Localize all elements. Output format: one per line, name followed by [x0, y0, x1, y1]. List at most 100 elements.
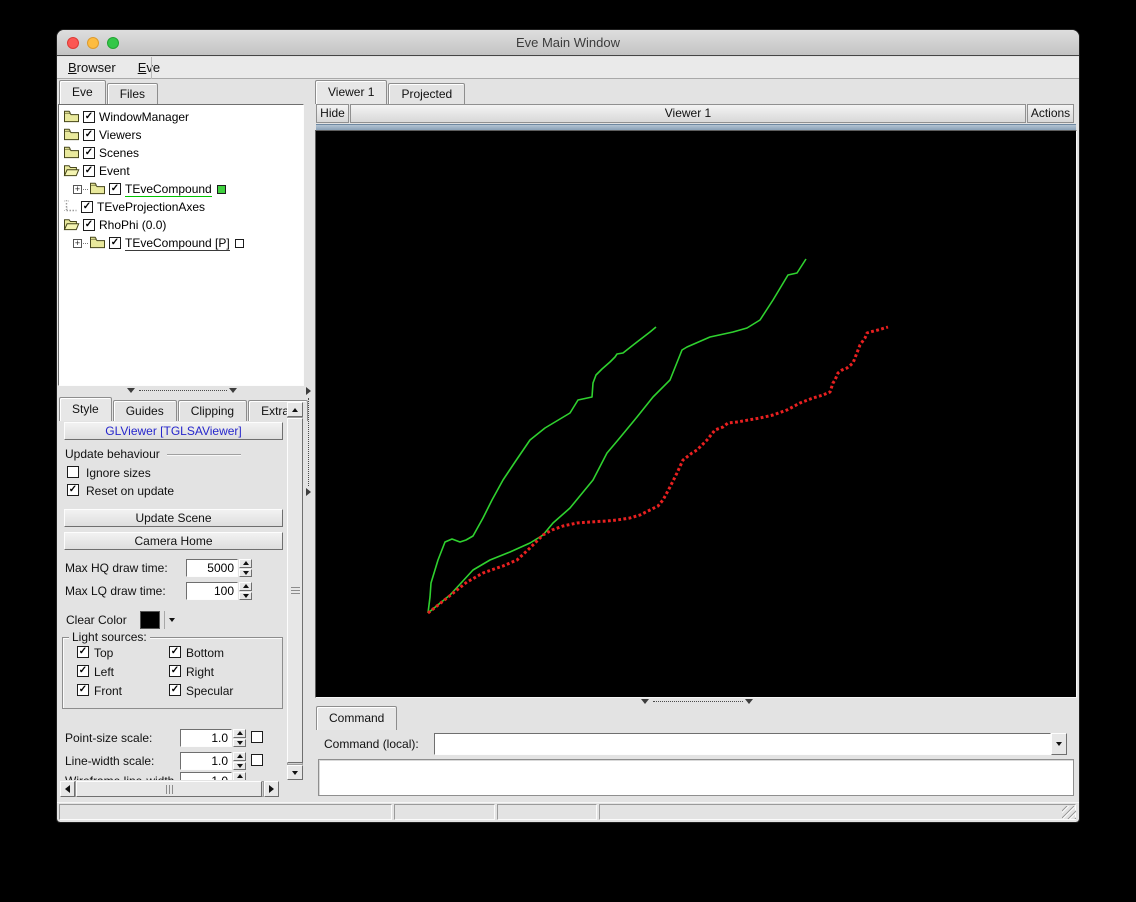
- camera-home-button[interactable]: Camera Home: [64, 532, 283, 550]
- tree-checkbox[interactable]: ✓: [83, 165, 95, 177]
- light-bottom-label: Bottom: [186, 646, 225, 660]
- command-input[interactable]: [434, 733, 1051, 755]
- tree-checkbox[interactable]: ✓: [83, 111, 95, 123]
- spin-down-icon[interactable]: [233, 738, 246, 747]
- line-width-input[interactable]: 1.0: [180, 752, 232, 770]
- point-size-input[interactable]: 1.0: [180, 729, 232, 747]
- max-hq-stepper[interactable]: [239, 559, 252, 577]
- expander-plus-icon[interactable]: +: [73, 184, 82, 194]
- zoom-button[interactable]: [107, 37, 119, 49]
- line-width-label: Line-width scale:: [65, 754, 155, 768]
- light-top-checkbox[interactable]: ✓: [77, 646, 89, 658]
- spin-down-icon[interactable]: [233, 761, 246, 770]
- tree-item-viewers[interactable]: ✓ Viewers: [59, 126, 303, 144]
- command-dropdown-button[interactable]: [1051, 733, 1067, 755]
- reset-on-update-checkbox[interactable]: ✓: [67, 484, 79, 496]
- vertical-scrollbar-thumb[interactable]: [287, 418, 303, 763]
- tab-eve[interactable]: Eve: [59, 80, 106, 104]
- rendered-state-icon[interactable]: [216, 184, 226, 194]
- expander-plus-icon[interactable]: +: [73, 238, 82, 248]
- tree-item-teveprojectionaxes[interactable]: ✓ TEveProjectionAxes: [59, 198, 303, 216]
- tree-checkbox[interactable]: ✓: [83, 219, 95, 231]
- point-size-checkbox[interactable]: [251, 731, 263, 743]
- light-front-checkbox[interactable]: ✓: [77, 684, 89, 696]
- glviewer-button[interactable]: GLViewer [TGLSAViewer]: [64, 422, 283, 440]
- title-bar[interactable]: Eve Main Window: [57, 30, 1079, 56]
- max-lq-input[interactable]: 100: [186, 582, 238, 600]
- vsplitter-handle[interactable]: [308, 398, 309, 486]
- gl-canvas[interactable]: [315, 130, 1077, 698]
- clear-color-label: Clear Color: [66, 613, 127, 627]
- vsplitter-arrow-icon[interactable]: [306, 488, 311, 496]
- spin-down-icon[interactable]: [239, 591, 252, 600]
- light-left-checkbox[interactable]: ✓: [77, 665, 89, 677]
- reset-on-update-label: Reset on update: [86, 484, 175, 498]
- spin-up-icon[interactable]: [233, 752, 246, 761]
- tree-checkbox[interactable]: ✓: [83, 129, 95, 141]
- scroll-right-button[interactable]: [264, 781, 279, 797]
- line-width-stepper[interactable]: [233, 752, 246, 770]
- tree-item-scenes[interactable]: ✓ Scenes: [59, 144, 303, 162]
- scroll-down-button[interactable]: [287, 765, 303, 780]
- tree-checkbox[interactable]: ✓: [109, 237, 121, 249]
- minimize-button[interactable]: [87, 37, 99, 49]
- tab-clipping[interactable]: Clipping: [177, 400, 248, 421]
- light-bottom-checkbox[interactable]: ✓: [169, 646, 181, 658]
- status-segment-1: [59, 804, 392, 820]
- tree-checkbox[interactable]: ✓: [109, 183, 121, 195]
- tree-item-rhophi-0-0[interactable]: ✓ RhoPhi (0.0): [59, 216, 303, 234]
- tab-projected[interactable]: Projected: [388, 83, 466, 104]
- tree-item-windowmanager[interactable]: ✓ WindowManager: [59, 108, 303, 126]
- close-button[interactable]: [67, 37, 79, 49]
- max-hq-input[interactable]: 5000: [186, 559, 238, 577]
- tab-viewer-1[interactable]: Viewer 1: [315, 80, 388, 104]
- resize-grip[interactable]: [1062, 806, 1076, 819]
- eve-main-window: Eve Main Window Browser Eve Eve Files ✓ Wi…: [56, 29, 1080, 823]
- viewer-title-bar[interactable]: Viewer 1: [350, 104, 1026, 123]
- bsplitter-handle[interactable]: [653, 701, 743, 702]
- update-scene-button[interactable]: Update Scene: [64, 509, 283, 527]
- color-dropdown-icon[interactable]: [169, 618, 175, 622]
- spin-up-icon[interactable]: [239, 559, 252, 568]
- rendered-state-icon[interactable]: [234, 238, 244, 248]
- spin-up-icon[interactable]: [239, 582, 252, 591]
- status-segment-2: [394, 804, 495, 820]
- splitter-arrow-icon[interactable]: [127, 388, 135, 393]
- tab-files[interactable]: Files: [106, 83, 159, 104]
- ignore-sizes-checkbox[interactable]: [67, 466, 79, 478]
- tab-command[interactable]: Command: [316, 706, 398, 730]
- menu-browser[interactable]: Browser: [57, 57, 127, 78]
- max-lq-stepper[interactable]: [239, 582, 252, 600]
- clear-color-swatch[interactable]: [140, 611, 160, 629]
- tree-item-label: Viewers: [99, 128, 142, 142]
- splitter-handle[interactable]: [139, 390, 227, 391]
- menu-eve[interactable]: Eve: [127, 57, 171, 78]
- green-track-left: [427, 326, 657, 614]
- spin-down-icon[interactable]: [239, 568, 252, 577]
- tree-item-label: TEveProjectionAxes: [97, 200, 206, 214]
- tree-item-label: Scenes: [99, 146, 140, 160]
- tree-item-tevecompound-p[interactable]: + ✓ TEveCompound [P]: [59, 234, 303, 252]
- command-output[interactable]: [318, 759, 1074, 796]
- tree-checkbox[interactable]: ✓: [81, 201, 93, 213]
- tab-guides[interactable]: Guides: [112, 400, 177, 421]
- window-title: Eve Main Window: [515, 35, 621, 50]
- splitter-arrow-icon[interactable]: [229, 388, 237, 393]
- spin-up-icon[interactable]: [233, 729, 246, 738]
- light-specular-checkbox[interactable]: ✓: [169, 684, 181, 696]
- point-size-stepper[interactable]: [233, 729, 246, 747]
- tree-item-event[interactable]: ✓ Event: [59, 162, 303, 180]
- actions-button[interactable]: Actions: [1027, 104, 1074, 123]
- tree-checkbox[interactable]: ✓: [83, 147, 95, 159]
- hide-button[interactable]: Hide: [316, 104, 349, 123]
- tab-style[interactable]: Style: [59, 397, 112, 421]
- tree-item-tevecompound[interactable]: + ✓ TEveCompound: [59, 180, 303, 198]
- scroll-up-button[interactable]: [287, 402, 303, 417]
- bsplitter-arrow-icon[interactable]: [641, 699, 649, 704]
- horizontal-scrollbar-thumb[interactable]: [76, 781, 262, 797]
- vsplitter-arrow-icon[interactable]: [306, 387, 311, 395]
- scroll-left-button[interactable]: [60, 781, 75, 797]
- bsplitter-arrow-icon[interactable]: [745, 699, 753, 704]
- line-width-checkbox[interactable]: [251, 754, 263, 766]
- light-right-checkbox[interactable]: ✓: [169, 665, 181, 677]
